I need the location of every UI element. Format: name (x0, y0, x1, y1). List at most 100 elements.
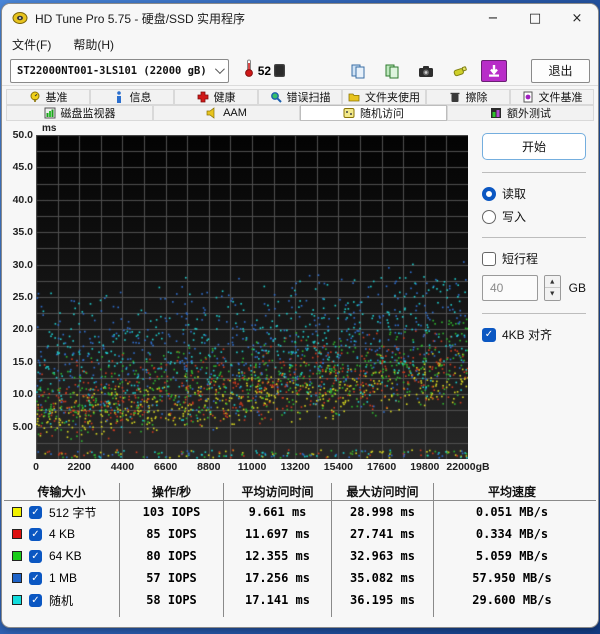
start-button[interactable]: 开始 (482, 133, 586, 160)
short-stroke-size-row: 40 ▲ ▼ GB (482, 275, 586, 301)
tab-extra-tests[interactable]: 额外测试 (447, 105, 594, 121)
tab-folder-usage[interactable]: 文件夹使用 (342, 89, 426, 105)
tab-erase[interactable]: 擦除 (426, 89, 510, 105)
series-color-swatch (12, 595, 22, 605)
chevron-down-icon (215, 64, 225, 74)
x-tick-label: 15400 (324, 461, 353, 473)
short-stroke-checkbox[interactable] (482, 252, 496, 266)
tab-health[interactable]: 健康 (174, 89, 258, 105)
menu-bar: 文件(F) 帮助(H) (2, 32, 598, 56)
save-usb-icon (452, 63, 468, 79)
random-access-chart (36, 135, 468, 459)
temperature-value: 52 (258, 64, 271, 78)
avg-access-value: 11.697 ms (224, 523, 332, 545)
app-icon (12, 10, 28, 26)
tab-label: 随机访问 (360, 105, 404, 121)
test-controls-panel: 开始 读取 写入 短行程 40 ▲ ▼ (480, 123, 594, 475)
stepper-down-button[interactable]: ▼ (545, 288, 560, 300)
series-color-swatch (12, 529, 22, 539)
short-stroke-size-value: 40 (490, 281, 503, 295)
table-row-64kb: ✓ 64 KB 80 IOPS 12.355 ms 32.963 ms 5.05… (4, 545, 596, 567)
tab-label: 信息 (130, 89, 152, 105)
series-checkbox[interactable]: ✓ (29, 572, 42, 585)
save-usb-button[interactable] (447, 60, 473, 82)
results-table-body: ✓ 512 字节 103 IOPS 9.661 ms 28.998 ms 0.0… (4, 501, 596, 611)
table-row-random: ✓ 随机 58 IOPS 17.141 ms 36.195 ms 29.600 … (4, 589, 596, 611)
chart-zone: ms 50.045.040.035.030.025.020.015.010.05… (2, 123, 480, 475)
copy-image-button[interactable] (379, 60, 405, 82)
close-button[interactable]: × (556, 4, 598, 32)
series-color-swatch (12, 573, 22, 583)
drive-select[interactable]: ST22000NT001-3LS101 (22000 gB) (10, 59, 229, 83)
write-radio[interactable] (482, 210, 496, 224)
tab-aam[interactable]: AAM (153, 105, 300, 121)
x-tick-label: 8800 (197, 461, 220, 473)
x-tick-label: 22000gB (446, 461, 489, 473)
tab-label: 文件夹使用 (365, 89, 420, 105)
x-tick-label: 11000 (238, 461, 267, 473)
divider (482, 313, 586, 314)
divider (482, 172, 586, 173)
copy-icon (350, 63, 366, 79)
exit-button[interactable]: 退出 (531, 59, 590, 83)
tab-file-benchmark[interactable]: 文件基准 (510, 89, 594, 105)
download-button[interactable] (481, 60, 507, 82)
x-axis-labels: 0220044006600880011000132001540017600198… (36, 459, 480, 475)
series-checkbox[interactable]: ✓ (29, 550, 42, 563)
title-bar: HD Tune Pro 5.75 - 硬盘/SSD 实用程序 − □ × (2, 4, 598, 32)
avg-access-value: 17.141 ms (224, 589, 332, 611)
y-axis-labels: 50.045.040.035.030.025.020.015.010.05.00 (2, 135, 36, 459)
y-tick-label: 10.0 (13, 388, 33, 400)
write-option[interactable]: 写入 (482, 208, 586, 225)
error-scan-icon (270, 91, 282, 103)
iops-value: 57 IOPS (120, 567, 224, 589)
tab-disk-monitor[interactable]: 磁盘监视器 (6, 105, 153, 121)
4kb-align-checkbox[interactable]: ✓ (482, 328, 496, 342)
stepper-up-button[interactable]: ▲ (545, 276, 560, 288)
avg-speed-value: 0.334 MB/s (434, 523, 590, 545)
col-header-avg-speed: 平均速度 (434, 483, 590, 500)
drive-select-value: ST22000NT001-3LS101 (22000 gB) (17, 65, 207, 77)
tab-benchmark[interactable]: 基准 (6, 89, 90, 105)
tab-strip: 基准 信息 健康错误扫描 文件夹使用擦除文件基准 磁盘监视器AAM 随机访问 额外测试 (6, 89, 594, 121)
camera-icon (418, 63, 434, 79)
y-tick-label: 40.0 (13, 194, 33, 206)
series-checkbox[interactable]: ✓ (29, 528, 42, 541)
series-checkbox[interactable]: ✓ (29, 506, 42, 519)
maximize-button[interactable]: □ (514, 4, 556, 32)
x-tick-label: 17600 (367, 461, 396, 473)
y-axis-unit-label: ms (42, 123, 480, 135)
tab-random-access[interactable]: 随机访问 (300, 105, 447, 121)
4kb-align-label: 4KB 对齐 (502, 326, 552, 343)
4kb-align-option[interactable]: ✓ 4KB 对齐 (482, 326, 586, 343)
read-radio[interactable] (482, 187, 496, 201)
read-option[interactable]: 读取 (482, 185, 586, 202)
camera-button[interactable] (413, 60, 439, 82)
copy-button[interactable] (345, 60, 371, 82)
series-checkbox[interactable]: ✓ (29, 594, 42, 607)
transfer-size-label: 4 KB (49, 527, 75, 541)
download-icon (486, 63, 502, 79)
short-stroke-size-input[interactable]: 40 (482, 275, 538, 301)
col-header-ops: 操作/秒 (120, 483, 224, 500)
random-access-view: ms 50.045.040.035.030.025.020.015.010.05… (2, 121, 598, 475)
tab-info[interactable]: 信息 (90, 89, 174, 105)
transfer-size-label: 64 KB (49, 549, 82, 563)
max-access-value: 36.195 ms (332, 589, 434, 611)
short-stroke-option[interactable]: 短行程 (482, 250, 586, 267)
short-stroke-label: 短行程 (502, 250, 538, 267)
menu-help[interactable]: 帮助(H) (73, 36, 114, 53)
read-label: 读取 (502, 185, 526, 202)
avg-speed-value: 57.950 MB/s (434, 567, 590, 589)
tab-label: 额外测试 (507, 105, 551, 121)
iops-value: 85 IOPS (120, 523, 224, 545)
y-tick-label: 30.0 (13, 259, 33, 271)
tab-error-scan[interactable]: 错误扫描 (258, 89, 342, 105)
col-header-max-access: 最大访问时间 (332, 483, 434, 500)
tab-row1: 基准 信息 健康错误扫描 文件夹使用擦除文件基准 (6, 89, 594, 105)
menu-file[interactable]: 文件(F) (12, 36, 51, 53)
transfer-size-label: 512 字节 (49, 504, 96, 521)
max-access-value: 35.082 ms (332, 567, 434, 589)
minimize-button[interactable]: − (472, 4, 514, 32)
file-benchmark-icon (522, 91, 534, 103)
